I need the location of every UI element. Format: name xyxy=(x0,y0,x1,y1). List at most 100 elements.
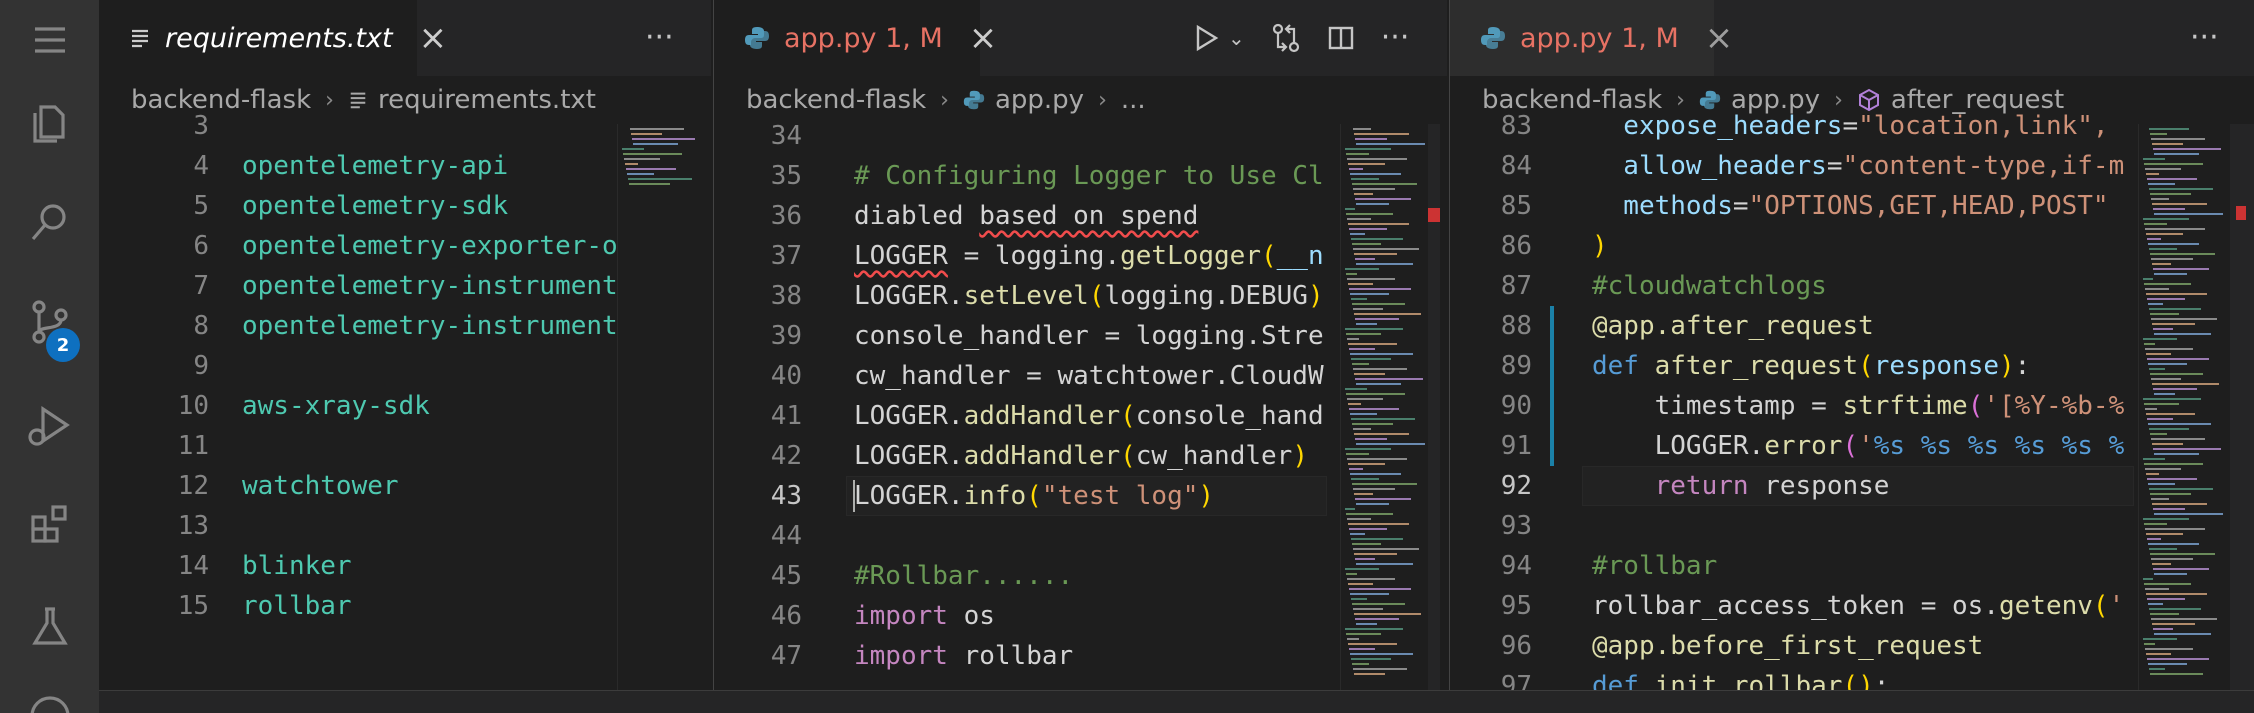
close-icon[interactable]: × xyxy=(1705,21,1734,55)
code-line[interactable]: 43 LOGGER.info("test log") xyxy=(714,476,1447,516)
close-icon[interactable]: × xyxy=(419,21,448,55)
account-icon[interactable] xyxy=(24,690,76,713)
breadcrumb-file[interactable]: app.py xyxy=(995,85,1084,115)
minimap-line xyxy=(2148,363,2187,365)
minimap-line xyxy=(1355,438,1387,440)
code-line[interactable]: 89 def after_request(response): xyxy=(1450,346,2254,386)
chevron-right-icon: › xyxy=(1098,87,1107,113)
tab-app-py[interactable]: app.py 1, M × xyxy=(1450,0,1733,76)
menu-icon[interactable] xyxy=(24,14,76,66)
code-line[interactable]: 97 def init_rollbar(): xyxy=(1450,666,2254,690)
text-cursor xyxy=(853,480,855,512)
code-line[interactable]: 95 rollbar_access_token = os.getenv(' xyxy=(1450,586,2254,626)
code-line[interactable]: 40 cw_handler = watchtower.CloudW xyxy=(714,356,1447,396)
tab-app-py[interactable]: app.py 1, M × xyxy=(714,0,997,76)
tab-actions: ··· xyxy=(645,0,674,76)
minimap-line xyxy=(2153,208,2185,210)
breadcrumb-folder[interactable]: backend-flask xyxy=(746,85,926,115)
minimap-line xyxy=(1353,188,1395,190)
more-actions-icon[interactable]: ··· xyxy=(645,23,674,53)
breadcrumb-symbol[interactable]: ... xyxy=(1121,85,1146,115)
code-line[interactable]: 93 xyxy=(1450,506,2254,546)
code-line[interactable]: 91 LOGGER.error('%s %s %s %s %s % xyxy=(1450,426,2254,466)
code-line[interactable]: 35 # Configuring Logger to Use Cl xyxy=(714,156,1447,196)
minimap-line xyxy=(1355,138,1387,140)
code-line[interactable]: 41 LOGGER.addHandler(console_hand xyxy=(714,396,1447,436)
code-line[interactable]: 42 LOGGER.addHandler(cw_handler) xyxy=(714,436,1447,476)
code-line[interactable]: 36 diabled based on spend xyxy=(714,196,1447,236)
explorer-icon[interactable] xyxy=(24,98,76,150)
chevron-down-icon[interactable]: ⌄ xyxy=(1228,28,1245,48)
code-editor[interactable]: 83 expose_headers="location,link", 84 all… xyxy=(1450,106,2254,690)
split-editor-icon[interactable] xyxy=(1327,24,1355,52)
line-number: 97 xyxy=(1500,671,1532,690)
code-line[interactable]: 34 xyxy=(714,116,1447,156)
line-text: expose_headers="location,link", xyxy=(1592,106,2108,146)
minimap-line xyxy=(1351,238,1403,240)
minimap-line xyxy=(2144,643,2155,645)
code-token: %s %s %s %s %s % xyxy=(1873,431,2125,461)
code-line[interactable]: 96 @app.before_first_request xyxy=(1450,626,2254,666)
run-icon[interactable] xyxy=(1194,24,1220,52)
more-actions-icon[interactable]: ··· xyxy=(1381,23,1410,53)
line-text: rollbar_access_token = os.getenv(' xyxy=(1592,586,2124,626)
minimap-line xyxy=(1353,668,1407,670)
minimap-line xyxy=(1349,468,1363,470)
code-token: ' xyxy=(2108,591,2125,621)
code-token: addHandler xyxy=(963,441,1121,471)
code-line[interactable]: 39 console_handler = logging.Stre xyxy=(714,316,1447,356)
minimap-line xyxy=(2154,393,2175,395)
line-text: def after_request(response): xyxy=(1592,346,2030,386)
extensions-icon[interactable] xyxy=(24,498,76,550)
code-line[interactable]: 86) xyxy=(1450,226,2254,266)
minimap-line xyxy=(2151,198,2169,200)
tab-requirements[interactable]: requirements.txt × xyxy=(99,0,447,76)
vertical-scrollbar[interactable] xyxy=(1428,124,1440,690)
compare-changes-icon[interactable] xyxy=(1271,23,1301,53)
code-line[interactable]: 47 import rollbar xyxy=(714,636,1447,676)
search-icon[interactable] xyxy=(24,196,76,248)
minimap-line xyxy=(1353,248,1419,250)
run-debug-icon[interactable] xyxy=(24,400,76,452)
minimap-line xyxy=(2153,568,2209,570)
minimap[interactable] xyxy=(2138,124,2230,690)
code-token: logging.DEBUG xyxy=(1104,281,1308,311)
minimap-line xyxy=(2150,553,2215,555)
code-line[interactable]: 44 xyxy=(714,516,1447,556)
minimap-line xyxy=(2152,383,2219,385)
vertical-scrollbar[interactable] xyxy=(2230,124,2254,690)
minimap-line xyxy=(2154,573,2187,575)
code-line[interactable]: 90 timestamp = strftime('[%Y-%b-% xyxy=(1450,386,2254,426)
minimap-line xyxy=(1345,508,1355,510)
code-line[interactable]: 83 expose_headers="location,link", xyxy=(1450,106,2254,146)
minimap-line xyxy=(2151,258,2193,260)
code-line[interactable]: 85 methods="OPTIONS,GET,HEAD,POST" xyxy=(1450,186,2254,226)
minimap-line xyxy=(2146,473,2159,475)
code-editor[interactable]: 34 35 # Configuring Logger to Use Cl 36 diab… xyxy=(714,116,1447,690)
code-line[interactable]: 45 #Rollbar...... xyxy=(714,556,1447,596)
line-number: 44 xyxy=(770,521,802,551)
minimap[interactable] xyxy=(1340,124,1428,690)
minimap-line xyxy=(2151,378,2181,380)
code-line[interactable]: 46 import os xyxy=(714,596,1447,636)
minimap-line xyxy=(1345,628,1403,630)
minimap[interactable] xyxy=(617,124,695,690)
code-line[interactable]: 94 #rollbar xyxy=(1450,546,2254,586)
code-line[interactable]: 92 return response xyxy=(1450,466,2254,506)
code-line[interactable]: 88 @app.after_request xyxy=(1450,306,2254,346)
minimap-line xyxy=(1352,303,1405,305)
more-actions-icon[interactable]: ··· xyxy=(2190,23,2219,53)
code-line[interactable]: 84 allow_headers="content-type,if-m xyxy=(1450,146,2254,186)
code-line[interactable]: 87 #cloudwatchlogs xyxy=(1450,266,2254,306)
code-line[interactable]: 37 LOGGER = logging.getLogger(__n xyxy=(714,236,1447,276)
line-text: rollbar xyxy=(242,586,352,626)
minimap-line xyxy=(1346,453,1369,455)
minimap-line xyxy=(2146,413,2195,415)
close-icon[interactable]: × xyxy=(969,21,998,55)
minimap-line xyxy=(2147,358,2209,360)
line-number: 35 xyxy=(770,161,802,191)
code-line[interactable]: 38 LOGGER.setLevel(logging.DEBUG) xyxy=(714,276,1447,316)
testing-icon[interactable] xyxy=(24,600,76,652)
git-modified-marker[interactable] xyxy=(1550,306,1554,466)
minimap-line xyxy=(2148,483,2175,485)
